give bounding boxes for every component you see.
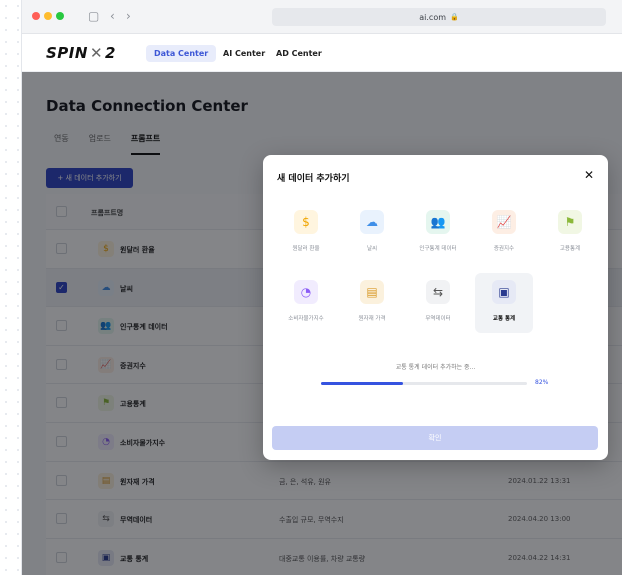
nav-tab-ad-center[interactable]: AD Center (268, 45, 330, 62)
modal-title: 새 데이터 추가하기 (277, 174, 350, 184)
tile-label: 무역데이터 (425, 316, 451, 322)
flag-icon: ⚑ (558, 210, 582, 234)
progress-track (321, 382, 527, 385)
data-source-tile[interactable]: ⇆ 무역데이터 (409, 273, 467, 333)
sidebar-toggle-icon[interactable]: ▢ (88, 9, 99, 23)
tile-label: 날씨 (366, 246, 378, 252)
coins-icon: ▤ (360, 280, 384, 304)
tile-label: 증권지수 (493, 246, 515, 252)
data-source-tile[interactable]: $ 원달러 환율 (277, 203, 335, 263)
data-source-tile[interactable]: 👥 인구통계 데이터 (409, 203, 467, 263)
lock-icon: 🔒 (450, 13, 459, 21)
tile-label: 원자재 가격 (358, 316, 386, 322)
progress-label: 교통 통계 데이터 추가하는 중... (395, 364, 476, 371)
forward-icon[interactable]: › (126, 9, 131, 23)
close-window-button[interactable] (32, 12, 40, 20)
data-source-tile[interactable]: ⚑ 고용통계 (541, 203, 599, 263)
tile-label: 고용통계 (559, 246, 581, 252)
bus-icon: ▣ (492, 280, 516, 304)
maximize-window-button[interactable] (56, 12, 64, 20)
app-nav: SPIN ✕ 2 Data Center AI Center AD Center (22, 34, 622, 72)
data-source-tile[interactable]: 📈 증권지수 (475, 203, 533, 263)
tile-label: 소비자물가지수 (288, 316, 324, 322)
progress-fill (321, 382, 404, 385)
progress-percent: 82% (535, 379, 549, 386)
trade-icon: ⇆ (426, 280, 450, 304)
cloud-icon: ☁ (360, 210, 384, 234)
browser-chrome: ▢ ‹ › ai.com 🔒 (22, 0, 622, 34)
url-text: ai.com (419, 12, 447, 22)
people-icon: 👥 (426, 210, 450, 234)
close-icon[interactable]: ✕ (584, 168, 594, 182)
tile-label: 교통 통계 (492, 316, 516, 322)
confirm-button[interactable]: 확인 (272, 426, 598, 450)
chart-icon: 📈 (492, 210, 516, 234)
logo-x: ✕ (89, 44, 104, 62)
dollar-icon: $ (294, 210, 318, 234)
minimize-window-button[interactable] (44, 12, 52, 20)
data-source-tile[interactable]: ▣ 교통 통계 (475, 273, 533, 333)
tile-label: 인구통계 데이터 (419, 246, 457, 252)
data-source-tile[interactable]: ◔ 소비자물가지수 (277, 273, 335, 333)
address-bar[interactable]: ai.com 🔒 (272, 8, 606, 26)
spin-x2-logo[interactable]: SPIN ✕ 2 (46, 44, 116, 62)
data-source-tile[interactable]: ☁ 날씨 (343, 203, 401, 263)
nav-tab-ai-center[interactable]: AI Center (215, 45, 273, 62)
tile-label: 원달러 환율 (292, 246, 320, 252)
logo-text-left: SPIN (46, 44, 88, 62)
pie-icon: ◔ (294, 280, 318, 304)
logo-text-right: 2 (105, 44, 116, 62)
nav-tab-data-center[interactable]: Data Center (146, 45, 217, 62)
add-data-modal: 새 데이터 추가하기 ✕ 교통 통계 데이터 추가하는 중... 82% 확인 … (263, 155, 608, 460)
back-icon[interactable]: ‹ (110, 9, 115, 23)
data-source-tile[interactable]: ▤ 원자재 가격 (343, 273, 401, 333)
window-controls (32, 12, 64, 20)
